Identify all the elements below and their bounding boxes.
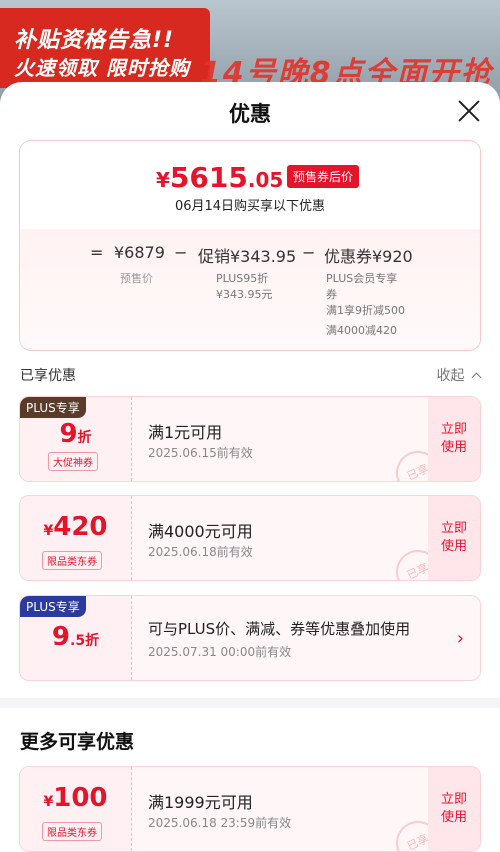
coupon-expiry: 2025.07.31 00:00前有效	[148, 645, 292, 659]
coupon-label-2: 券	[326, 288, 337, 301]
coupon-condition: 满1元可用	[148, 423, 223, 442]
final-price-symbol: ¥	[156, 168, 170, 192]
coupon-label-1: PLUS会员专享	[326, 272, 398, 285]
use-now-button[interactable]: 立即 使用	[428, 767, 480, 851]
use-now-line1: 立即	[440, 521, 467, 536]
promo-label-2: ¥343.95元	[216, 288, 273, 301]
final-price-decimal: .05	[247, 168, 284, 192]
coupon-discount-unit: 折	[77, 430, 92, 446]
coupon-discount-value: 100	[53, 783, 108, 813]
coupon-condition: 可与PLUS价、满减、券等优惠叠加使用	[148, 620, 411, 638]
price-breakdown: = ¥6879 − 促销¥343.95 − 优惠券¥920 预售价 PLUS95…	[20, 229, 480, 350]
coupon-label-4: 满4000减420	[326, 324, 397, 337]
coupon-category: 限品类东券	[42, 551, 102, 570]
coupon-value-area: ¥420 限品类东券	[20, 496, 132, 580]
chevron-up-icon	[471, 372, 482, 383]
sheet-title: 优惠	[229, 102, 271, 126]
coupon-condition: 满4000元可用	[148, 522, 253, 541]
eq-sign: =	[90, 243, 104, 262]
price-tag: 预售券后价	[287, 165, 360, 188]
final-price-int: 5615	[169, 161, 248, 194]
use-now-line2: 使用	[440, 810, 467, 825]
presale-price: ¥6879	[114, 243, 165, 262]
price-summary-card: ¥5615.05 预售券后价 06月14日购买享以下优惠 = ¥6879 − 促…	[19, 140, 481, 351]
plus-exclusive-badge: PLUS专享	[20, 596, 86, 617]
section-divider	[0, 698, 500, 708]
coupon-value-area: ¥100 限品类东券	[20, 767, 132, 851]
promo-banner-line1: 补贴资格告急!!	[14, 28, 175, 53]
coupon-condition: 满1999元可用	[148, 793, 253, 812]
plus-exclusive-badge: PLUS专享	[20, 397, 86, 418]
minus-sign-2: −	[302, 243, 316, 262]
coupon-discount: 9.5折	[20, 622, 131, 652]
coupon-discount-value: 9	[51, 622, 71, 652]
coupon-value: 优惠券¥920	[324, 247, 413, 266]
coupon-expiry: 2025.06.18前有效	[148, 545, 253, 559]
final-price: ¥5615.05	[156, 161, 283, 194]
coupon-category: 大促神券	[48, 452, 98, 471]
promo-value: 促销¥343.95	[198, 247, 297, 266]
coupon-discount: ¥100	[20, 783, 131, 813]
presale-label: 预售价	[120, 272, 153, 285]
coupon-value-area: PLUS专享 9折 大促神券	[20, 397, 132, 481]
close-icon[interactable]	[456, 98, 482, 124]
coupon-card-420: ¥420 限品类东券 满4000元可用 2025.06.18前有效 已享 立即使…	[19, 495, 481, 581]
coupon-discount: 9折	[20, 419, 131, 449]
coupon-discount: ¥420	[20, 512, 131, 542]
coupon-label-3: 满1享9折减500	[326, 304, 405, 317]
use-now-line2: 使用	[440, 440, 467, 455]
promo-banner-line2: 火速领取 限时抢购	[14, 56, 190, 80]
coupon-expiry: 2025.06.18 23:59前有效	[148, 816, 292, 830]
coupon-currency: ¥	[43, 523, 54, 539]
coupon-card-plus-9: PLUS专享 9折 大促神券 满1元可用 2025.06.15前有效 已享 立即…	[19, 396, 481, 482]
coupon-expiry: 2025.06.15前有效	[148, 446, 253, 460]
coupon-card-100: ¥100 限品类东券 满1999元可用 2025.06.18 23:59前有效 …	[19, 766, 481, 852]
coupon-category: 限品类东券	[42, 822, 102, 841]
promo-label-1: PLUS95折	[216, 272, 269, 285]
collapse-label: 收起	[436, 368, 465, 384]
discount-sheet: 优惠 ¥5615.05 预售券后价 06月14日购买享以下优惠 = ¥6879 …	[0, 82, 500, 852]
coupon-value-area: PLUS专享 9.5折	[20, 596, 132, 680]
price-summary-top: ¥5615.05 预售券后价 06月14日购买享以下优惠	[20, 141, 480, 231]
coupon-discount-value: 420	[53, 512, 108, 542]
use-now-button[interactable]: 立即 使用	[428, 496, 480, 580]
coupon-discount-unit: .5折	[70, 633, 100, 649]
more-discounts-title: 更多可享优惠	[20, 731, 135, 753]
coupon-card-plus-95[interactable]: PLUS专享 9.5折 可与PLUS价、满减、券等优惠叠加使用 2025.07.…	[19, 595, 481, 681]
collapse-button[interactable]: 收起	[436, 365, 482, 385]
purchase-date-text: 06月14日购买享以下优惠	[174, 199, 326, 214]
coupon-currency: ¥	[43, 794, 54, 810]
sheet-header: 优惠	[0, 82, 500, 140]
coupon-discount-value: 9	[59, 419, 78, 449]
enjoyed-discounts-label: 已享优惠	[20, 368, 76, 384]
minus-sign-1: −	[174, 243, 188, 262]
use-now-line1: 立即	[440, 422, 467, 437]
chevron-right-icon: ›	[456, 628, 464, 649]
use-now-line1: 立即	[440, 792, 467, 807]
use-now-button[interactable]: 立即 使用	[428, 397, 480, 481]
use-now-line2: 使用	[440, 539, 467, 554]
